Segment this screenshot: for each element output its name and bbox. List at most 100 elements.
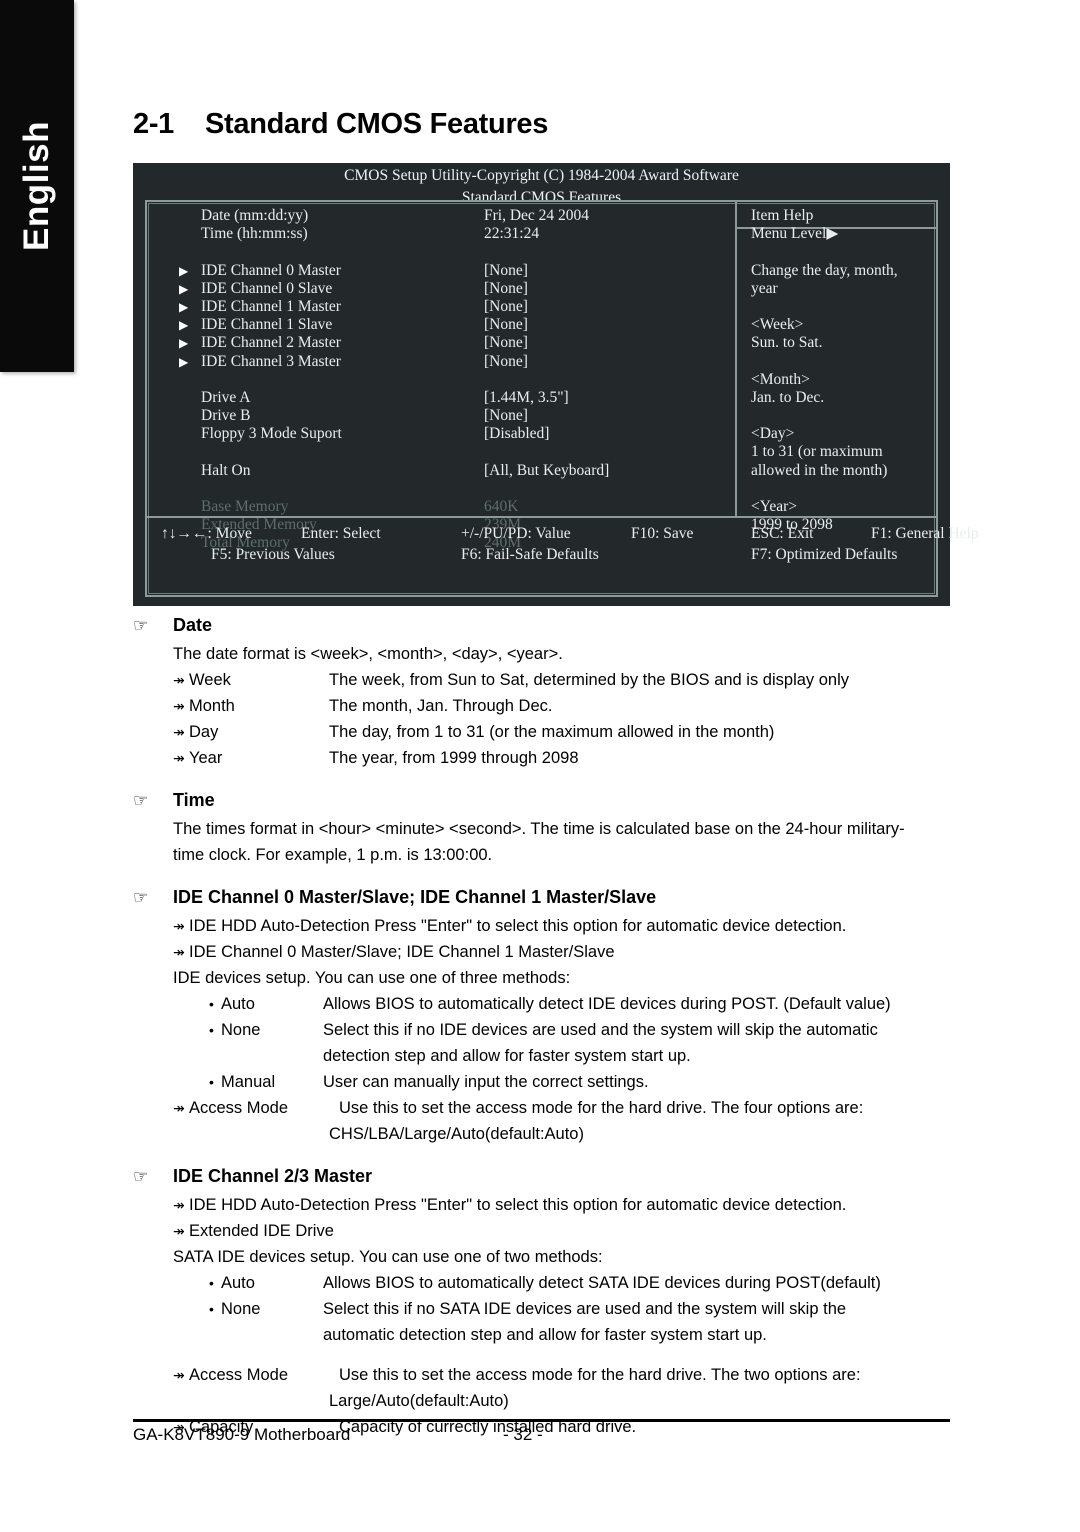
option-description: Allows BIOS to automatically detect SATA… bbox=[323, 1274, 881, 1292]
double-arrow-icon: ↠ bbox=[173, 698, 185, 714]
ide23-auto-detection-line: ↠ IDE HDD Auto-Detection Press "Enter" t… bbox=[173, 1192, 950, 1218]
submenu-arrow-icon: ▶ bbox=[179, 263, 189, 278]
bullet-icon: • bbox=[209, 1301, 214, 1317]
item-help-line: <Year> bbox=[751, 498, 798, 515]
submenu-arrow-icon: ▶ bbox=[179, 299, 189, 314]
double-arrow-icon: ↠ bbox=[173, 750, 185, 766]
time-text-line-1: The times format in <hour> <minute> <sec… bbox=[173, 820, 905, 838]
submenu-arrow-icon: ▶ bbox=[179, 281, 189, 296]
bios-row-ide-ch1-slave[interactable]: ▶ IDE Channel 1 Slave [None] bbox=[179, 316, 735, 334]
bios-value[interactable]: [None] bbox=[484, 280, 528, 298]
double-arrow-icon: ↠ bbox=[173, 1367, 185, 1383]
bullet-icon: • bbox=[209, 1022, 214, 1038]
bios-row-ide-ch0-master[interactable]: ▶ IDE Channel 0 Master [None] bbox=[179, 262, 735, 280]
bios-value[interactable]: [None] bbox=[484, 353, 528, 371]
bios-label: IDE Channel 1 Master bbox=[201, 297, 341, 315]
bios-row-ide-ch1-master[interactable]: ▶ IDE Channel 1 Master [None] bbox=[179, 298, 735, 316]
item-description: IDE HDD Auto-Detection Press "Enter" to … bbox=[189, 917, 847, 935]
item-description: Use this to set the access mode for the … bbox=[339, 1366, 861, 1384]
bios-key-hints: ↑↓→←: Move Enter: Select +/-/PU/PD: Valu… bbox=[147, 520, 979, 565]
help-spacer bbox=[751, 407, 936, 425]
ide01-auto-detection-line: ↠ IDE HDD Auto-Detection Press "Enter" t… bbox=[173, 913, 950, 939]
bios-row-halt-on[interactable]: Halt On [All, But Keyboard] bbox=[179, 462, 735, 480]
date-item-week: ↠ Week The week, from Sun to Sat, determ… bbox=[173, 667, 950, 693]
bios-value[interactable]: [None] bbox=[484, 334, 528, 352]
bios-label: IDE Channel 2 Master bbox=[201, 334, 341, 352]
key-hint-f1: F1: General Help bbox=[871, 525, 979, 542]
item-description: The year, from 1999 through 2098 bbox=[329, 749, 579, 767]
bios-label: IDE Channel 3 Master bbox=[201, 352, 341, 370]
bios-spacer bbox=[179, 443, 735, 461]
menu-level-label: Menu Level bbox=[751, 225, 827, 243]
pointing-hand-icon: ☞ bbox=[133, 888, 149, 907]
section-heading-date: ☞ Date bbox=[133, 612, 950, 639]
section-heading-label: Date bbox=[173, 615, 213, 635]
section-number: 2-1 bbox=[133, 108, 175, 140]
bios-row-base-memory: Base Memory 640K bbox=[179, 498, 735, 516]
bios-label: Halt On bbox=[201, 461, 251, 479]
language-tab-label: English bbox=[17, 121, 56, 251]
option-description: Allows BIOS to automatically detect IDE … bbox=[323, 995, 891, 1013]
help-spacer bbox=[751, 298, 936, 316]
item-term: Access Mode bbox=[189, 1099, 289, 1117]
ide23-methods-intro: SATA IDE devices setup. You can use one … bbox=[173, 1248, 603, 1266]
item-help-line: Sun. to Sat. bbox=[751, 334, 823, 352]
bios-key-hints-row-2: F5: Previous Values F6: Fail-Safe Defaul… bbox=[161, 544, 922, 565]
bios-row-time[interactable]: Time (hh:mm:ss) 22:31:24 bbox=[179, 225, 735, 243]
bios-label: IDE Channel 1 Slave bbox=[201, 316, 333, 334]
date-item-month: ↠ Month The month, Jan. Through Dec. bbox=[173, 693, 950, 719]
bios-frame: Date (mm:dd:yy) Fri, Dec 24 2004 Time (h… bbox=[145, 200, 979, 597]
item-description: IDE Channel 0 Master/Slave; IDE Channel … bbox=[189, 943, 615, 961]
option-term: None bbox=[221, 1021, 261, 1039]
bios-value[interactable]: 22:31:24 bbox=[484, 225, 539, 243]
bios-value[interactable]: [None] bbox=[484, 298, 528, 316]
help-spacer bbox=[751, 353, 936, 371]
bios-row-date[interactable]: Date (mm:dd:yy) Fri, Dec 24 2004 bbox=[179, 207, 735, 225]
double-arrow-icon: ↠ bbox=[173, 724, 185, 740]
double-arrow-icon: ↠ bbox=[173, 672, 185, 688]
bios-value[interactable]: [1.44M, 3.5"] bbox=[484, 389, 569, 407]
bios-row-ide-ch0-slave[interactable]: ▶ IDE Channel 0 Slave [None] bbox=[179, 280, 735, 298]
bios-row-drive-b[interactable]: Drive B [None] bbox=[179, 407, 735, 425]
bios-row-floppy-3-mode-support[interactable]: Floppy 3 Mode Suport [Disabled] bbox=[179, 425, 735, 443]
section-heading-time: ☞ Time bbox=[133, 787, 950, 814]
ide01-option-none-continuation: detection step and allow for faster syst… bbox=[323, 1047, 691, 1065]
bios-value[interactable]: [None] bbox=[484, 316, 528, 334]
option-description: Select this if no IDE devices are used a… bbox=[323, 1021, 878, 1039]
bios-row-ide-ch2-master[interactable]: ▶ IDE Channel 2 Master [None] bbox=[179, 334, 735, 352]
section-heading-label: Time bbox=[173, 790, 215, 810]
ide01-option-manual: • Manual User can manually input the cor… bbox=[209, 1069, 950, 1095]
time-text-line-2: time clock. For example, 1 p.m. is 13:00… bbox=[173, 846, 493, 864]
bios-label: Floppy 3 Mode Suport bbox=[201, 425, 342, 443]
item-help-line: <Day> bbox=[751, 425, 795, 443]
item-term: Week bbox=[189, 671, 231, 689]
bios-value[interactable]: Fri, Dec 24 2004 bbox=[484, 207, 589, 225]
section-heading-ide-channel-0-1: ☞ IDE Channel 0 Master/Slave; IDE Channe… bbox=[133, 884, 950, 911]
bullet-icon: • bbox=[209, 1074, 214, 1090]
key-hint-value: +/-/PU/PD: Value bbox=[461, 525, 571, 542]
bios-row-ide-ch3-master[interactable]: ▶ IDE Channel 3 Master [None] bbox=[179, 353, 735, 371]
bios-value[interactable]: [All, But Keyboard] bbox=[484, 462, 609, 480]
ide01-access-mode: ↠ Access Mode Use this to set the access… bbox=[173, 1095, 950, 1121]
prose-spacer bbox=[133, 1348, 950, 1362]
bios-spacer bbox=[179, 243, 735, 261]
submenu-arrow-icon: ▶ bbox=[179, 354, 189, 369]
bullet-icon: • bbox=[209, 1275, 214, 1291]
bios-value[interactable]: [None] bbox=[484, 262, 528, 280]
key-hints-indent bbox=[161, 544, 211, 565]
bios-value[interactable]: [Disabled] bbox=[484, 425, 549, 443]
pointing-hand-icon: ☞ bbox=[133, 791, 149, 810]
bios-label: Time (hh:mm:ss) bbox=[201, 225, 308, 243]
ide23-option-none: • None Select this if no SATA IDE device… bbox=[209, 1296, 950, 1322]
option-description: User can manually input the correct sett… bbox=[323, 1073, 649, 1091]
double-arrow-icon: ↠ bbox=[173, 918, 185, 934]
bios-body: Date (mm:dd:yy) Fri, Dec 24 2004 Time (h… bbox=[147, 202, 936, 551]
bios-value[interactable]: [None] bbox=[484, 407, 528, 425]
bios-label: Drive A bbox=[201, 388, 251, 406]
option-term: Auto bbox=[221, 1274, 255, 1292]
submenu-arrow-icon: ▶ bbox=[179, 318, 189, 333]
item-term: Day bbox=[189, 723, 219, 741]
bios-row-drive-a[interactable]: Drive A [1.44M, 3.5"] bbox=[179, 389, 735, 407]
page-number: - 32 - bbox=[503, 1425, 543, 1444]
bios-key-hints-row-1: ↑↓→←: Move Enter: Select +/-/PU/PD: Valu… bbox=[161, 523, 979, 544]
